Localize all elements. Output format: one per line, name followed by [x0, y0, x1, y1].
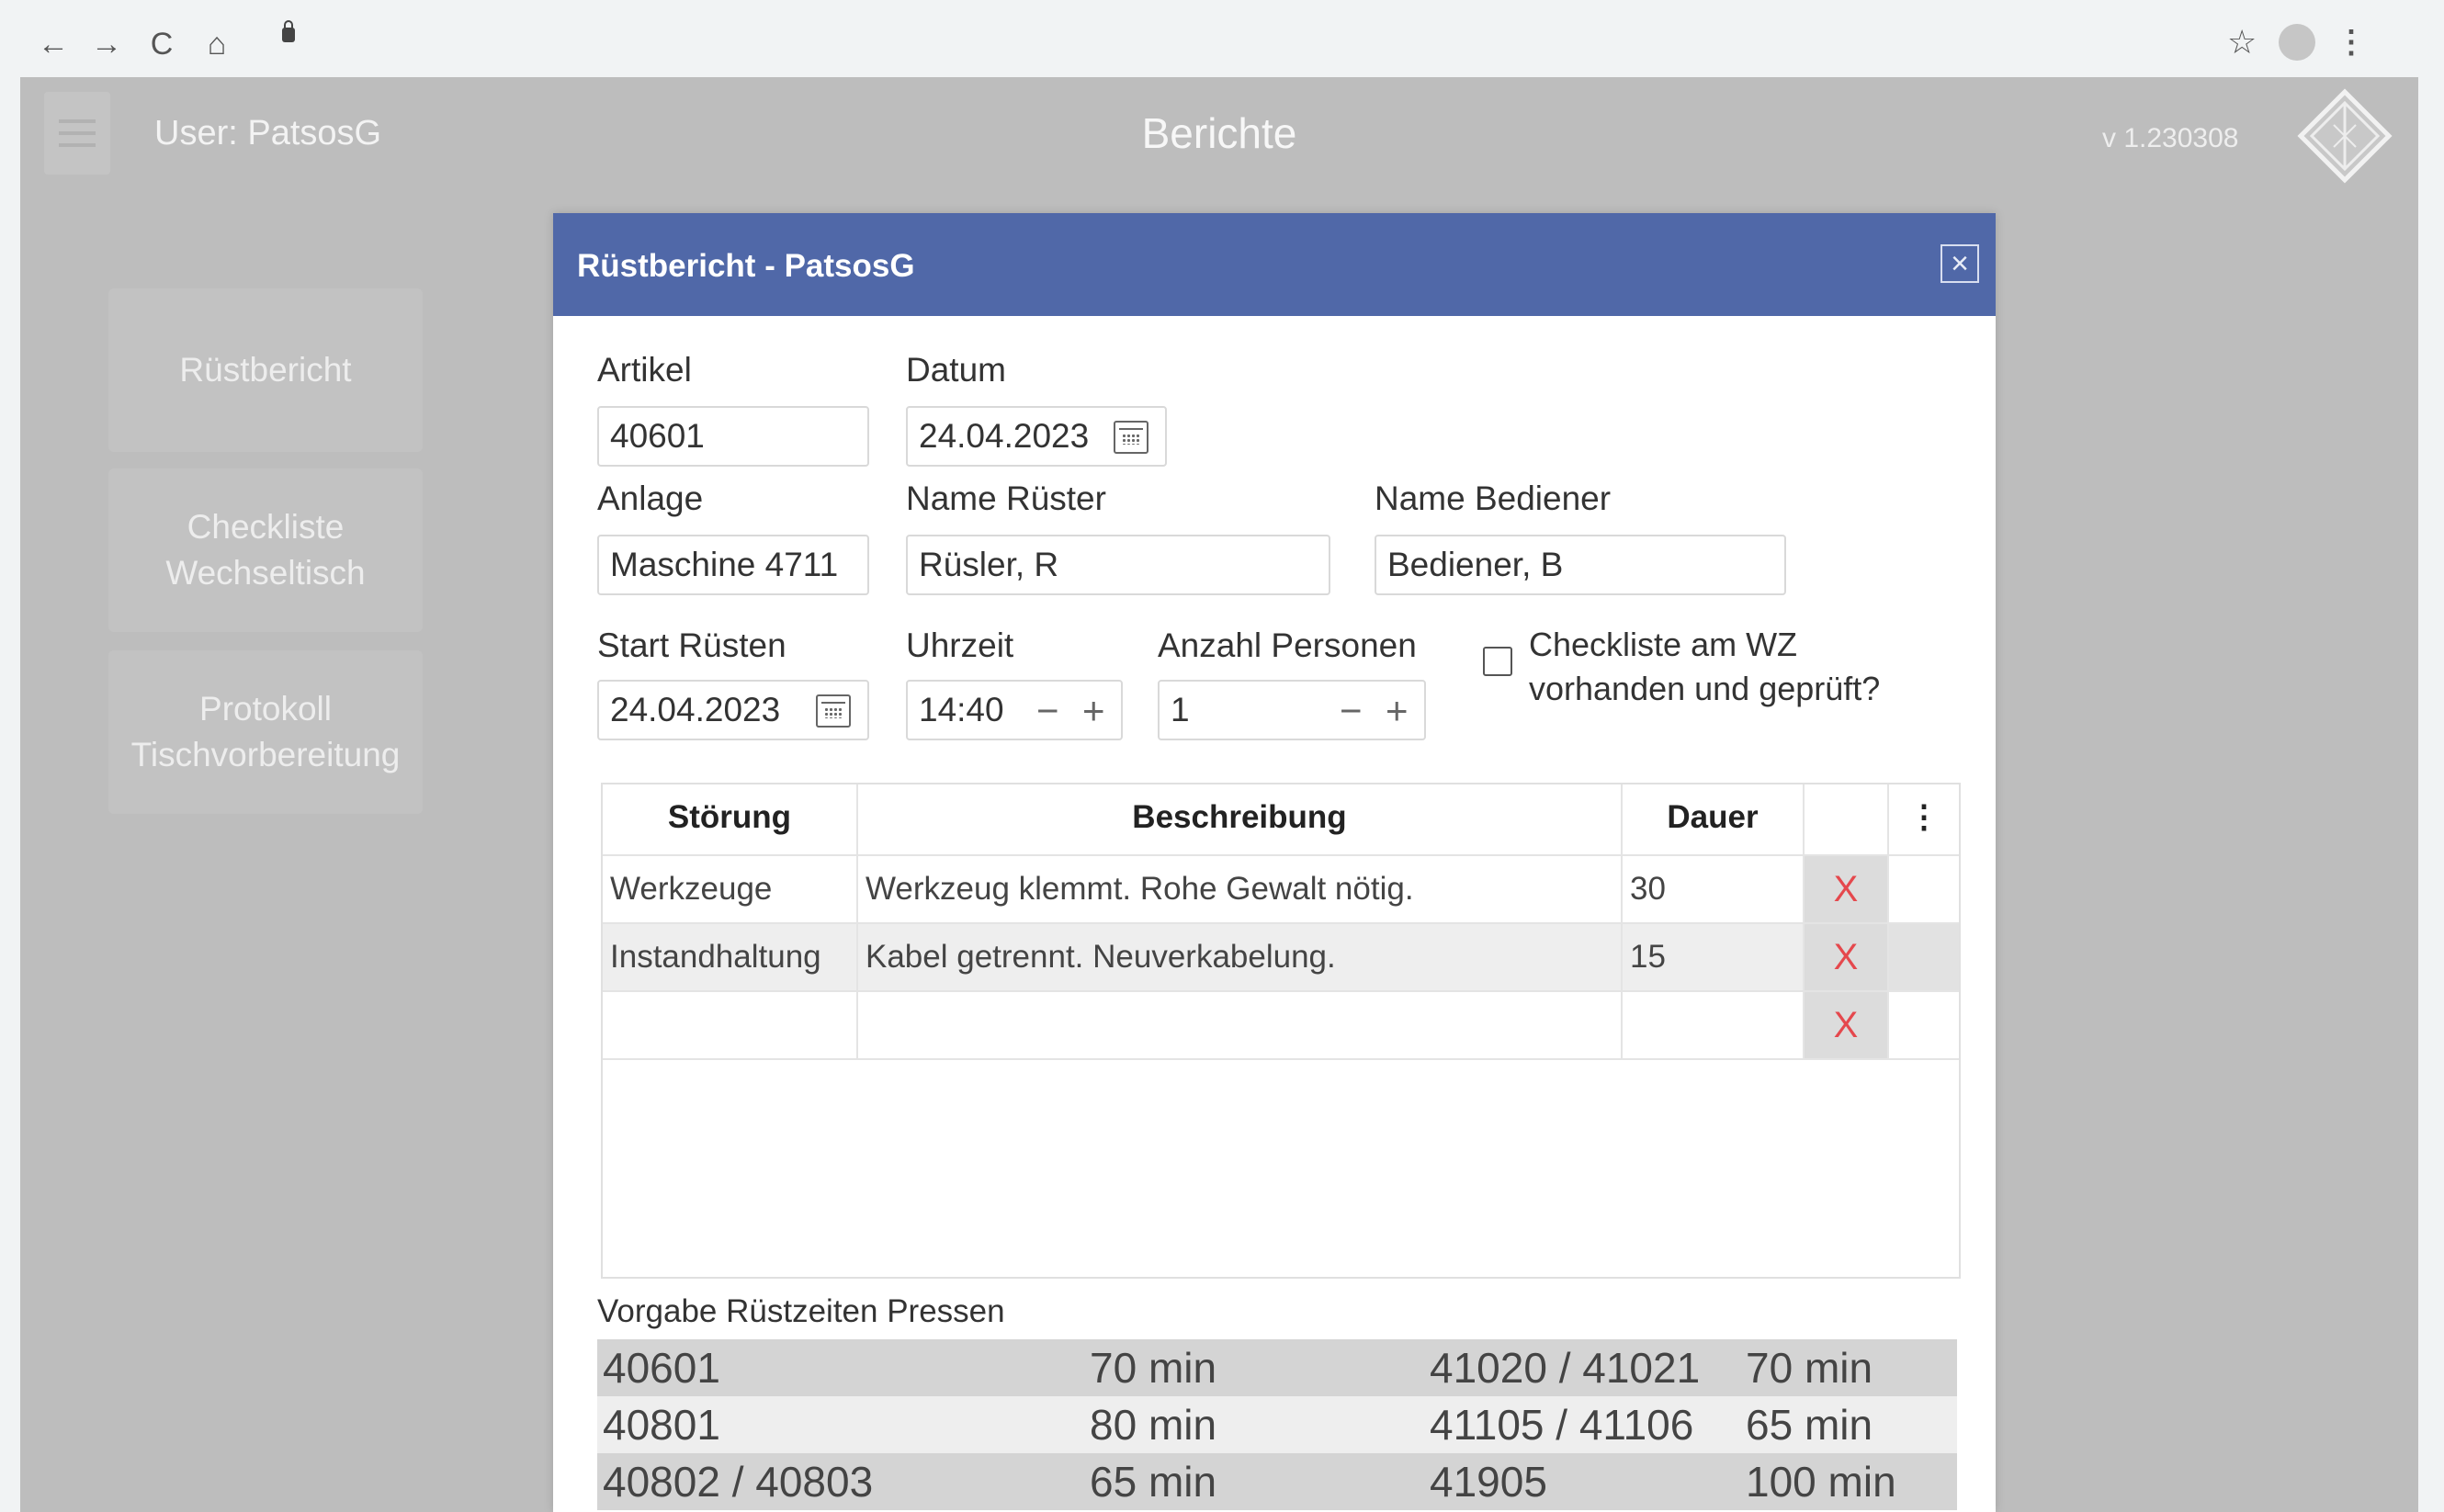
dialog-header: Rüstbericht - PatsosG × — [553, 213, 1996, 316]
back-icon[interactable]: ← — [31, 22, 75, 66]
delete-row-icon[interactable]: X — [1805, 992, 1889, 1058]
app-version: v 1.230308 — [2102, 123, 2239, 153]
company-logo-icon — [2297, 88, 2393, 184]
anzahl-personen-stepper[interactable]: 1 − + — [1158, 680, 1426, 740]
start-ruesten-value: 24.04.2023 — [610, 691, 781, 728]
address-bar[interactable] — [255, 17, 2294, 70]
uhrzeit-stepper[interactable]: 14:40 − + — [906, 680, 1123, 740]
table-row[interactable]: X — [603, 992, 1959, 1060]
vorgabe-artikel-b: 41905 — [1430, 1458, 1547, 1506]
vorgabe-title: Vorgabe Rüstzeiten Pressen — [597, 1293, 1005, 1329]
vorgabe-row: 40801 80 min 41105 / 41106 65 min — [597, 1396, 1957, 1453]
plus-icon[interactable]: + — [1386, 685, 1409, 737]
anlage-label: Anlage — [597, 480, 704, 517]
vorgabe-zeit-b: 65 min — [1746, 1401, 1873, 1449]
vorgabe-artikel-b: 41020 / 41021 — [1430, 1344, 1701, 1392]
forward-icon[interactable]: → — [85, 22, 129, 66]
sidebar-item-label: Protokoll Tischvorbereitung — [130, 690, 401, 773]
vorgabe-zeit-b: 70 min — [1746, 1344, 1873, 1392]
column-header-dauer[interactable]: Dauer — [1623, 784, 1805, 854]
cell-stoerung[interactable] — [603, 992, 858, 1058]
plus-icon[interactable]: + — [1082, 685, 1105, 737]
cell-beschreibung[interactable]: Kabel getrennt. Neuverkabelung. — [858, 924, 1623, 990]
ruestbericht-dialog: Rüstbericht - PatsosG × Artikel 40601 Da… — [553, 213, 1996, 1512]
table-row[interactable]: Werkzeuge Werkzeug klemmt. Rohe Gewalt n… — [603, 856, 1959, 924]
anzahl-personen-value: 1 — [1171, 691, 1190, 728]
delete-row-icon[interactable]: X — [1805, 856, 1889, 922]
sidebar-item-ruestbericht[interactable]: Rüstbericht — [108, 288, 423, 452]
browser-toolbar: ← → C ⌂ ☆ ⋮ — [20, 0, 2418, 77]
calendar-icon[interactable] — [816, 694, 851, 728]
calendar-icon[interactable] — [1114, 421, 1148, 454]
uhrzeit-label: Uhrzeit — [906, 626, 1014, 664]
cell-empty — [1889, 856, 1959, 922]
reload-icon[interactable]: C — [140, 22, 184, 66]
profile-avatar[interactable] — [2279, 24, 2315, 61]
cell-dauer[interactable]: 15 — [1623, 924, 1805, 990]
vorgabe-artikel-a: 40601 — [603, 1344, 720, 1392]
checkliste-checkbox[interactable] — [1483, 647, 1512, 676]
close-icon[interactable]: × — [1940, 244, 1979, 283]
artikel-input[interactable]: 40601 — [597, 406, 869, 467]
lock-icon — [282, 20, 295, 42]
cell-dauer[interactable] — [1623, 992, 1805, 1058]
name-ruester-input[interactable]: Rüsler, R — [906, 535, 1330, 595]
cell-beschreibung[interactable] — [858, 992, 1623, 1058]
page-title: Berichte — [1141, 109, 1297, 157]
start-ruesten-input[interactable]: 24.04.2023 — [597, 680, 869, 740]
vorgabe-zeit-a: 80 min — [1090, 1401, 1217, 1449]
home-icon[interactable]: ⌂ — [195, 22, 239, 66]
delete-row-icon[interactable]: X — [1805, 924, 1889, 990]
cell-empty — [1889, 924, 1959, 990]
datum-value: 24.04.2023 — [919, 417, 1090, 455]
vorgabe-row: 40802 / 40803 65 min 41905 100 min — [597, 1453, 1957, 1510]
checkliste-label: Checkliste am WZ vorhanden und geprüft? — [1529, 623, 1880, 711]
column-header-beschreibung[interactable]: Beschreibung — [858, 784, 1623, 854]
vorgabe-row: 40601 70 min 41020 / 41021 70 min — [597, 1339, 1957, 1396]
name-bediener-input[interactable]: Bediener, B — [1375, 535, 1786, 595]
artikel-label: Artikel — [597, 351, 692, 389]
minus-icon[interactable]: − — [1036, 685, 1059, 737]
column-menu-icon[interactable]: ⋮ — [1889, 784, 1959, 854]
vorgabe-zeit-b: 100 min — [1746, 1458, 1896, 1506]
stoerungen-grid: Störung Beschreibung Dauer ⋮ Werkzeuge W… — [601, 783, 1961, 1279]
vorgabe-zeit-a: 70 min — [1090, 1344, 1217, 1392]
vorgabe-zeit-a: 65 min — [1090, 1458, 1217, 1506]
cell-dauer[interactable]: 30 — [1623, 856, 1805, 922]
name-ruester-label: Name Rüster — [906, 480, 1106, 517]
checkliste-label-line1: Checkliste am WZ — [1529, 626, 1798, 663]
datum-input[interactable]: 24.04.2023 — [906, 406, 1167, 467]
vorgabe-artikel-a: 40801 — [603, 1401, 720, 1449]
vorgabe-artikel-a: 40802 / 40803 — [603, 1458, 874, 1506]
anzahl-personen-label: Anzahl Personen — [1158, 626, 1417, 664]
datum-label: Datum — [906, 351, 1006, 389]
cell-stoerung[interactable]: Werkzeuge — [603, 856, 858, 922]
table-row[interactable]: Instandhaltung Kabel getrennt. Neuverkab… — [603, 924, 1959, 992]
dialog-title: Rüstbericht - PatsosG — [577, 248, 915, 284]
sidebar-item-checkliste-wechseltisch[interactable]: Checkliste Wechseltisch — [108, 468, 423, 632]
vorgabe-artikel-b: 41105 / 41106 — [1430, 1401, 1694, 1449]
uhrzeit-value: 14:40 — [919, 691, 1004, 728]
sidebar-item-label: Rüstbericht — [179, 351, 352, 389]
cell-beschreibung[interactable]: Werkzeug klemmt. Rohe Gewalt nötig. — [858, 856, 1623, 922]
sidebar-item-protokoll-tischvorbereitung[interactable]: Protokoll Tischvorbereitung — [108, 650, 423, 814]
name-bediener-label: Name Bediener — [1375, 480, 1612, 517]
start-ruesten-label: Start Rüsten — [597, 626, 786, 664]
column-header-stoerung[interactable]: Störung — [603, 784, 858, 854]
cell-stoerung[interactable]: Instandhaltung — [603, 924, 858, 990]
browser-window: ← → C ⌂ ☆ ⋮ User: PatsosG Berichte v 1.2… — [20, 0, 2418, 1512]
app-header: User: PatsosG Berichte v 1.230308 — [20, 77, 2418, 197]
browser-menu-icon[interactable]: ⋮ — [2336, 20, 2367, 64]
grid-header-row: Störung Beschreibung Dauer ⋮ — [603, 784, 1959, 856]
column-header-delete — [1805, 784, 1889, 854]
anlage-input[interactable]: Maschine 4711 — [597, 535, 869, 595]
bookmark-star-icon[interactable]: ☆ — [2227, 20, 2257, 64]
sidebar-item-label: Checkliste Wechseltisch — [165, 508, 366, 592]
checkliste-label-line2: vorhanden und geprüft? — [1529, 670, 1881, 707]
minus-icon[interactable]: − — [1340, 685, 1363, 737]
cell-empty — [1889, 992, 1959, 1058]
